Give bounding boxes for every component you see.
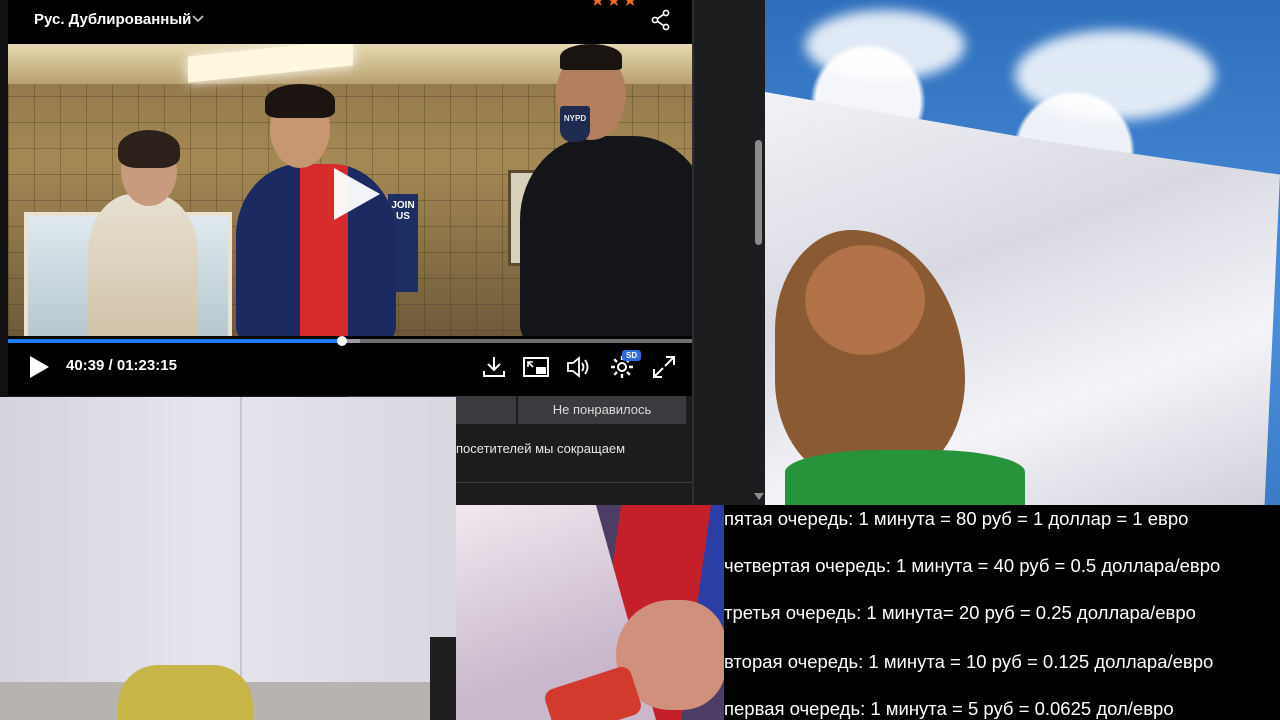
price-line: вторая очередь: 1 минута = 10 руб = 0.12… [724,651,1214,672]
rating-stars: ★★★ [590,0,639,10]
price-line: пятая очередь: 1 минута = 80 руб = 1 дол… [724,508,1189,529]
webcam-doorframe [430,637,456,720]
webcam-chair [118,665,253,720]
share-icon[interactable] [650,9,672,31]
webcam-overlay [0,397,456,720]
divider [456,482,692,483]
scene-person-officer [520,136,692,336]
picture-in-picture-icon[interactable] [522,353,550,381]
price-line: первая очередь: 1 минута = 5 руб = 0.062… [724,698,1174,719]
scene-person-woman-hair [118,130,180,168]
price-list: пятая очередь: 1 минута = 80 руб = 1 дол… [724,505,1280,720]
scene-person-officer-hair [560,44,622,70]
quality-badge: SD [622,350,642,361]
cloud [1015,30,1215,120]
scrollbar-thumb[interactable] [755,140,762,245]
webcam-wall [240,397,242,720]
volume-icon[interactable] [564,353,592,381]
scrollbar[interactable] [752,0,765,505]
flag-bear-head [805,245,925,355]
cloud [805,10,965,80]
dislike-button[interactable]: Не понравилось [518,396,686,424]
player-controls: 40:39 / 01:23:15 SD [8,345,692,395]
price-line: третья очередь: 1 минута= 20 руб = 0.25 … [724,602,1196,623]
info-text: посетителей мы сокращаем [456,441,626,456]
chevron-down-icon[interactable] [190,10,206,26]
play-overlay-icon[interactable] [330,166,382,222]
price-line: четвертая очередь: 1 минута = 40 руб = 0… [724,555,1221,576]
progress-fill [8,339,342,343]
scene-person-man-hair [265,84,335,118]
video-frame[interactable]: JOIN US NYPD [8,44,692,336]
scene-person-woman [88,194,198,336]
scene-badge: NYPD [560,106,590,142]
progress-bar[interactable] [8,336,692,346]
time-display: 40:39 / 01:23:15 [66,357,177,374]
flag-grass [785,450,1025,505]
play-icon[interactable] [24,353,52,381]
player-top-bar: Рус. Дублированный ★★★ [8,0,692,44]
video-player[interactable]: Рус. Дублированный ★★★ JOIN US NYPD 40:3… [8,0,692,396]
fullscreen-icon[interactable] [650,353,678,381]
scroll-down-arrow-icon[interactable] [754,493,764,500]
audio-track-label[interactable]: Рус. Дублированный [34,11,191,28]
player-border [692,0,694,505]
download-icon[interactable] [480,353,508,381]
second-cam-overlay [456,505,724,720]
flag-background [765,0,1280,505]
